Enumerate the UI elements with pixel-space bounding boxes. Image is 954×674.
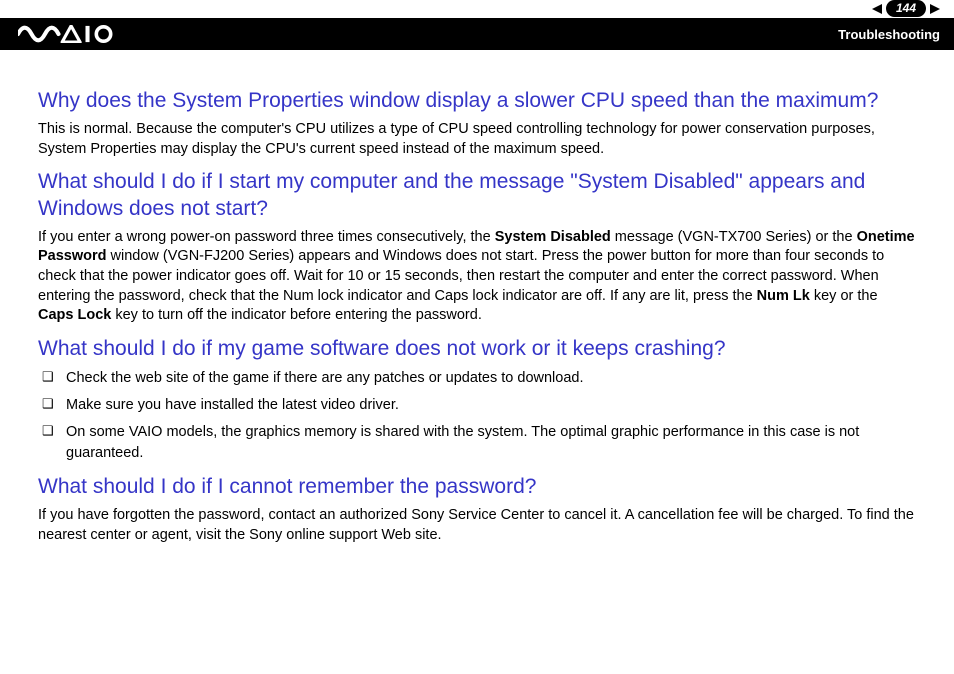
bold-term: System Disabled xyxy=(495,229,611,245)
list-item: On some VAIO models, the graphics memory… xyxy=(38,422,916,464)
prev-page-arrow-icon[interactable] xyxy=(872,4,882,14)
bold-term: Num Lk xyxy=(757,288,810,304)
faq-answer: If you enter a wrong power-on password t… xyxy=(38,228,916,326)
faq-question: What should I do if my game software doe… xyxy=(38,336,916,362)
answer-text: key to turn off the indicator before ent… xyxy=(111,307,482,323)
answer-text: If you enter a wrong power-on password t… xyxy=(38,229,495,245)
faq-question: Why does the System Properties window di… xyxy=(38,88,916,114)
answer-text: message (VGN-TX700 Series) or the xyxy=(611,229,857,245)
answer-text: key or the xyxy=(810,288,878,304)
header-bar: Troubleshooting xyxy=(0,18,954,50)
next-page-arrow-icon[interactable] xyxy=(930,4,940,14)
list-item: Make sure you have installed the latest … xyxy=(38,395,916,416)
bullet-list: Check the web site of the game if there … xyxy=(38,368,916,464)
page-header: 144 Troubleshooting xyxy=(0,0,954,50)
faq-question: What should I do if I cannot remember th… xyxy=(38,474,916,500)
manual-page: 144 Troubleshooting Why does the System … xyxy=(0,0,954,674)
faq-answer: If you have forgotten the password, cont… xyxy=(38,506,916,545)
page-content: Why does the System Properties window di… xyxy=(0,50,954,545)
page-number-badge: 144 xyxy=(886,0,926,17)
page-nav: 144 xyxy=(872,0,940,17)
list-item: Check the web site of the game if there … xyxy=(38,368,916,389)
faq-answer: This is normal. Because the computer's C… xyxy=(38,120,916,159)
bold-term: Caps Lock xyxy=(38,307,111,323)
vaio-logo xyxy=(18,25,117,43)
section-title: Troubleshooting xyxy=(838,27,940,42)
faq-question: What should I do if I start my computer … xyxy=(38,169,916,222)
